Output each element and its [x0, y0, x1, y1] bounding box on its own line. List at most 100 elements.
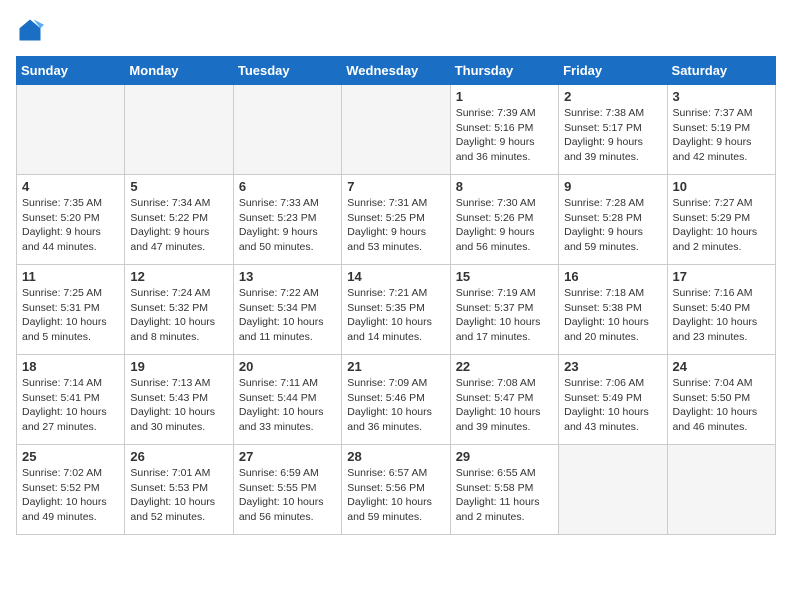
day-info: Sunrise: 6:55 AM Sunset: 5:58 PM Dayligh…: [456, 466, 553, 525]
day-number: 28: [347, 449, 444, 464]
calendar-day-cell: 6 Sunrise: 7:33 AM Sunset: 5:23 PM Daylig…: [233, 175, 341, 265]
day-number: 14: [347, 269, 444, 284]
calendar-day-cell: 8 Sunrise: 7:30 AM Sunset: 5:26 PM Daylig…: [450, 175, 558, 265]
day-number: 7: [347, 179, 444, 194]
weekday-header: Wednesday: [342, 57, 450, 85]
calendar-week-row: 25 Sunrise: 7:02 AM Sunset: 5:52 PM Dayli…: [17, 445, 776, 535]
day-number: 25: [22, 449, 119, 464]
calendar-table: SundayMondayTuesdayWednesdayThursdayFrid…: [16, 56, 776, 535]
day-info: Sunrise: 7:19 AM Sunset: 5:37 PM Dayligh…: [456, 286, 553, 345]
day-info: Sunrise: 7:39 AM Sunset: 5:16 PM Dayligh…: [456, 106, 553, 165]
day-number: 15: [456, 269, 553, 284]
day-info: Sunrise: 7:25 AM Sunset: 5:31 PM Dayligh…: [22, 286, 119, 345]
day-info: Sunrise: 7:01 AM Sunset: 5:53 PM Dayligh…: [130, 466, 227, 525]
calendar-day-cell: [17, 85, 125, 175]
calendar-day-cell: 22 Sunrise: 7:08 AM Sunset: 5:47 PM Dayli…: [450, 355, 558, 445]
calendar-day-cell: [559, 445, 667, 535]
calendar-day-cell: 9 Sunrise: 7:28 AM Sunset: 5:28 PM Daylig…: [559, 175, 667, 265]
logo-icon: [16, 16, 44, 44]
calendar-week-row: 1 Sunrise: 7:39 AM Sunset: 5:16 PM Daylig…: [17, 85, 776, 175]
calendar-day-cell: 23Sunrise: 7:06 AM Sunset: 5:49 PM Dayli…: [559, 355, 667, 445]
day-number: 1: [456, 89, 553, 104]
day-number: 23: [564, 359, 661, 374]
logo: [16, 16, 48, 44]
day-number: 18: [22, 359, 119, 374]
calendar-week-row: 4 Sunrise: 7:35 AM Sunset: 5:20 PM Daylig…: [17, 175, 776, 265]
day-info: Sunrise: 7:38 AM Sunset: 5:17 PM Dayligh…: [564, 106, 661, 165]
calendar-day-cell: 14 Sunrise: 7:21 AM Sunset: 5:35 PM Dayli…: [342, 265, 450, 355]
day-info: Sunrise: 7:33 AM Sunset: 5:23 PM Dayligh…: [239, 196, 336, 255]
day-info: Sunrise: 7:13 AM Sunset: 5:43 PM Dayligh…: [130, 376, 227, 435]
calendar-day-cell: 5 Sunrise: 7:34 AM Sunset: 5:22 PM Daylig…: [125, 175, 233, 265]
calendar-day-cell: [667, 445, 775, 535]
day-info: Sunrise: 7:27 AM Sunset: 5:29 PM Dayligh…: [673, 196, 770, 255]
day-info: Sunrise: 6:57 AM Sunset: 5:56 PM Dayligh…: [347, 466, 444, 525]
day-info: Sunrise: 7:21 AM Sunset: 5:35 PM Dayligh…: [347, 286, 444, 345]
day-number: 8: [456, 179, 553, 194]
day-number: 12: [130, 269, 227, 284]
calendar-day-cell: 18 Sunrise: 7:14 AM Sunset: 5:41 PM Dayli…: [17, 355, 125, 445]
calendar-day-cell: 1 Sunrise: 7:39 AM Sunset: 5:16 PM Daylig…: [450, 85, 558, 175]
calendar-day-cell: 19 Sunrise: 7:13 AM Sunset: 5:43 PM Dayli…: [125, 355, 233, 445]
calendar-week-row: 18 Sunrise: 7:14 AM Sunset: 5:41 PM Dayli…: [17, 355, 776, 445]
calendar-day-cell: 25 Sunrise: 7:02 AM Sunset: 5:52 PM Dayli…: [17, 445, 125, 535]
weekday-header: Friday: [559, 57, 667, 85]
day-info: Sunrise: 7:18 AM Sunset: 5:38 PM Dayligh…: [564, 286, 661, 345]
day-number: 3: [673, 89, 770, 104]
day-info: Sunrise: 7:35 AM Sunset: 5:20 PM Dayligh…: [22, 196, 119, 255]
day-info: Sunrise: 7:11 AM Sunset: 5:44 PM Dayligh…: [239, 376, 336, 435]
calendar-day-cell: 16 Sunrise: 7:18 AM Sunset: 5:38 PM Dayli…: [559, 265, 667, 355]
calendar-day-cell: 7 Sunrise: 7:31 AM Sunset: 5:25 PM Daylig…: [342, 175, 450, 265]
calendar-week-row: 11Sunrise: 7:25 AM Sunset: 5:31 PM Dayli…: [17, 265, 776, 355]
day-number: 5: [130, 179, 227, 194]
day-number: 29: [456, 449, 553, 464]
page-header: [16, 16, 776, 44]
day-number: 21: [347, 359, 444, 374]
day-info: Sunrise: 7:28 AM Sunset: 5:28 PM Dayligh…: [564, 196, 661, 255]
calendar-day-cell: 20 Sunrise: 7:11 AM Sunset: 5:44 PM Dayli…: [233, 355, 341, 445]
weekday-header: Thursday: [450, 57, 558, 85]
calendar-day-cell: [342, 85, 450, 175]
weekday-header: Saturday: [667, 57, 775, 85]
calendar-day-cell: 26 Sunrise: 7:01 AM Sunset: 5:53 PM Dayli…: [125, 445, 233, 535]
day-number: 20: [239, 359, 336, 374]
day-number: 27: [239, 449, 336, 464]
calendar-day-cell: 2 Sunrise: 7:38 AM Sunset: 5:17 PM Daylig…: [559, 85, 667, 175]
day-number: 19: [130, 359, 227, 374]
day-number: 26: [130, 449, 227, 464]
day-info: Sunrise: 7:30 AM Sunset: 5:26 PM Dayligh…: [456, 196, 553, 255]
day-number: 4: [22, 179, 119, 194]
day-info: Sunrise: 7:02 AM Sunset: 5:52 PM Dayligh…: [22, 466, 119, 525]
calendar-day-cell: 4 Sunrise: 7:35 AM Sunset: 5:20 PM Daylig…: [17, 175, 125, 265]
day-number: 13: [239, 269, 336, 284]
calendar-day-cell: 29 Sunrise: 6:55 AM Sunset: 5:58 PM Dayli…: [450, 445, 558, 535]
weekday-header: Tuesday: [233, 57, 341, 85]
calendar-day-cell: 12 Sunrise: 7:24 AM Sunset: 5:32 PM Dayli…: [125, 265, 233, 355]
calendar-day-cell: 13 Sunrise: 7:22 AM Sunset: 5:34 PM Dayli…: [233, 265, 341, 355]
day-info: Sunrise: 7:24 AM Sunset: 5:32 PM Dayligh…: [130, 286, 227, 345]
day-info: Sunrise: 7:22 AM Sunset: 5:34 PM Dayligh…: [239, 286, 336, 345]
day-info: Sunrise: 7:16 AM Sunset: 5:40 PM Dayligh…: [673, 286, 770, 345]
day-number: 10: [673, 179, 770, 194]
day-info: Sunrise: 7:14 AM Sunset: 5:41 PM Dayligh…: [22, 376, 119, 435]
day-number: 6: [239, 179, 336, 194]
day-info: Sunrise: 7:04 AM Sunset: 5:50 PM Dayligh…: [673, 376, 770, 435]
day-number: 17: [673, 269, 770, 284]
day-number: 16: [564, 269, 661, 284]
calendar-day-cell: 24 Sunrise: 7:04 AM Sunset: 5:50 PM Dayli…: [667, 355, 775, 445]
day-number: 2: [564, 89, 661, 104]
day-info: Sunrise: 7:37 AM Sunset: 5:19 PM Dayligh…: [673, 106, 770, 165]
calendar-day-cell: 21Sunrise: 7:09 AM Sunset: 5:46 PM Dayli…: [342, 355, 450, 445]
calendar-day-cell: [125, 85, 233, 175]
calendar-day-cell: 11Sunrise: 7:25 AM Sunset: 5:31 PM Dayli…: [17, 265, 125, 355]
day-info: Sunrise: 7:08 AM Sunset: 5:47 PM Dayligh…: [456, 376, 553, 435]
day-info: Sunrise: 6:59 AM Sunset: 5:55 PM Dayligh…: [239, 466, 336, 525]
day-number: 24: [673, 359, 770, 374]
calendar-day-cell: 10 Sunrise: 7:27 AM Sunset: 5:29 PM Dayli…: [667, 175, 775, 265]
day-info: Sunrise: 7:34 AM Sunset: 5:22 PM Dayligh…: [130, 196, 227, 255]
day-number: 9: [564, 179, 661, 194]
calendar-day-cell: 15 Sunrise: 7:19 AM Sunset: 5:37 PM Dayli…: [450, 265, 558, 355]
calendar-day-cell: [233, 85, 341, 175]
day-number: 22: [456, 359, 553, 374]
day-info: Sunrise: 7:31 AM Sunset: 5:25 PM Dayligh…: [347, 196, 444, 255]
